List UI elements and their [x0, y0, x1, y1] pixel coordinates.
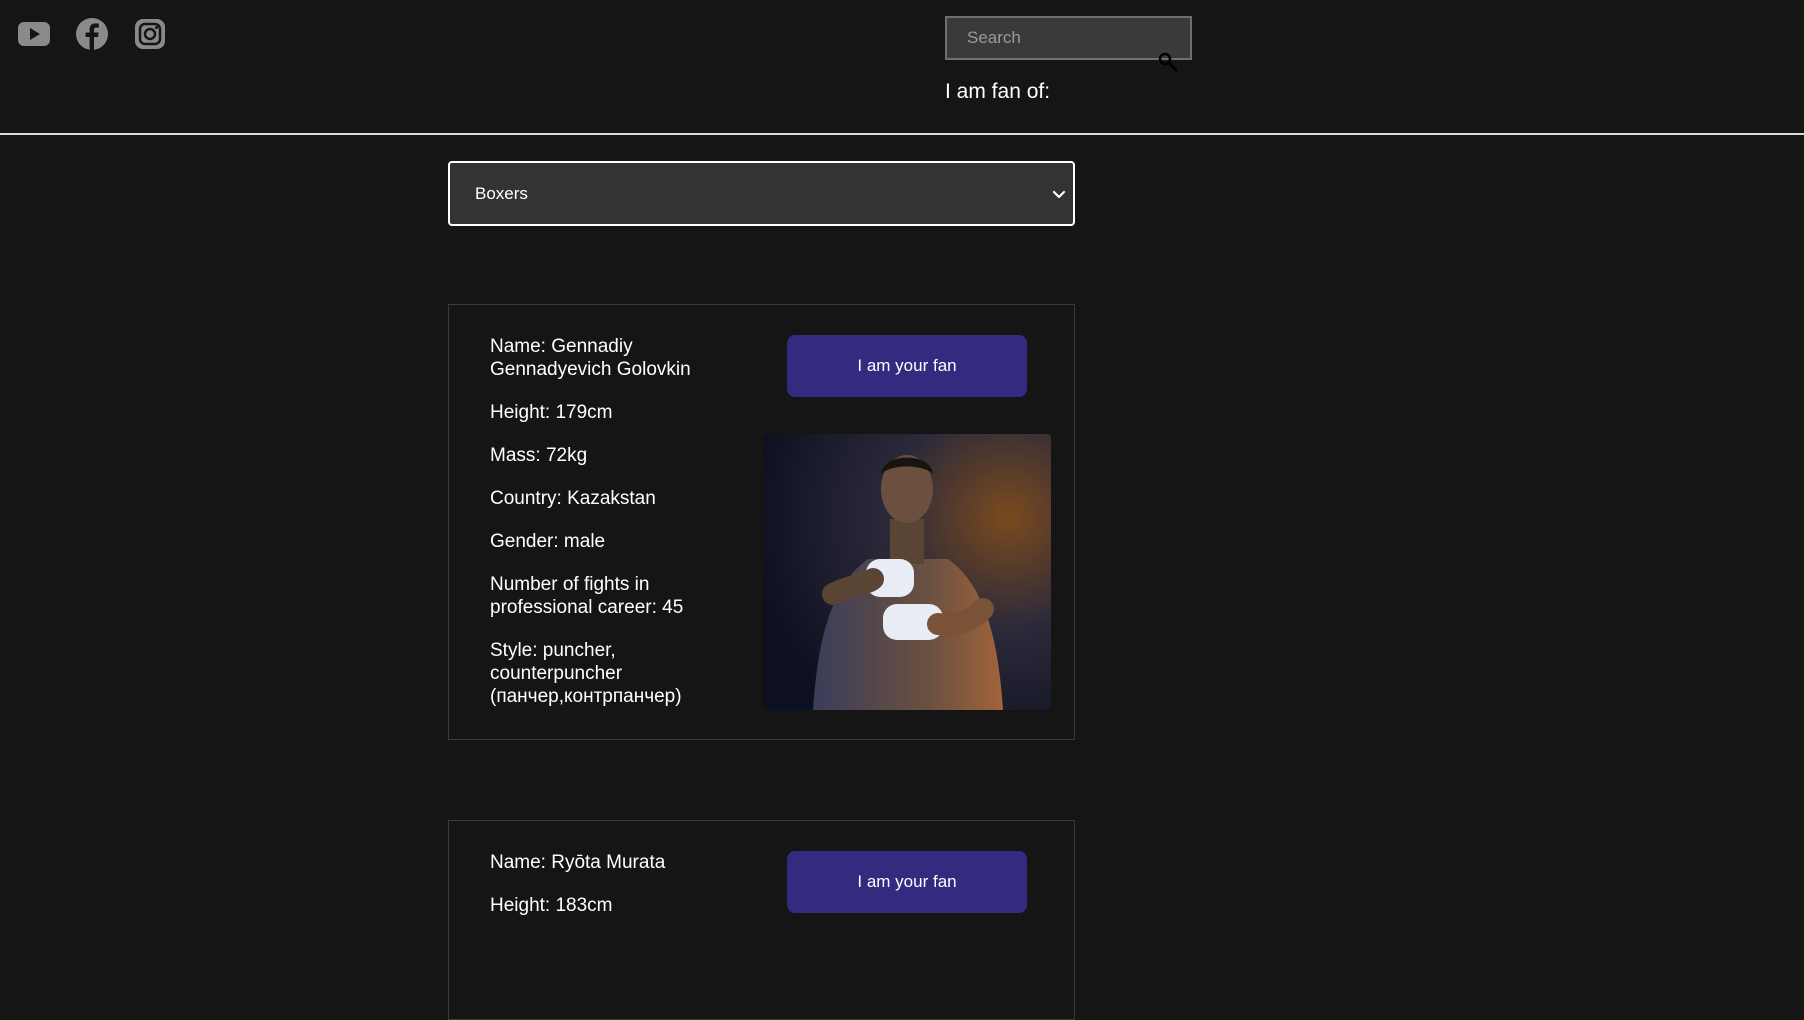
boxer-style: Style: puncher, counterpuncher (панчер,к…: [490, 640, 682, 707]
fan-of-label: I am fan of:: [945, 80, 1051, 103]
facebook-link[interactable]: [75, 17, 109, 51]
boxer-height: Height: 179cm: [490, 402, 613, 423]
instagram-icon: [135, 19, 165, 49]
fan-button[interactable]: I am your fan: [787, 851, 1027, 913]
boxer-card: Name: Ryōta Murata Height: 183cm I am yo…: [448, 820, 1075, 1020]
chevron-down-icon: [1052, 190, 1066, 199]
search-input[interactable]: [945, 16, 1192, 60]
facebook-icon: [76, 18, 108, 50]
top-header: I am fan of:: [0, 0, 1804, 135]
boxer-mass: Mass: 72kg: [490, 445, 588, 466]
search-box: [945, 16, 1192, 72]
boxer-gender: Gender: male: [490, 531, 606, 552]
boxer-info: Name: Gennadiy Gennadyevich Golovkin Hei…: [490, 335, 730, 728]
boxer-height: Height: 183cm: [490, 895, 613, 916]
youtube-icon: [18, 22, 50, 46]
instagram-link[interactable]: [133, 17, 167, 51]
boxer-photo-image: [763, 434, 1051, 710]
boxer-name: Name: Ryōta Murata: [490, 852, 666, 873]
social-links: [17, 17, 167, 51]
boxer-fights: Number of fights in professional career:…: [490, 574, 684, 618]
boxer-card: Name: Gennadiy Gennadyevich Golovkin Hei…: [448, 304, 1075, 740]
category-select[interactable]: Boxers: [448, 161, 1075, 226]
category-select-value: Boxers: [475, 183, 528, 203]
fan-button[interactable]: I am your fan: [787, 335, 1027, 397]
search-icon[interactable]: [1158, 52, 1178, 72]
boxer-photo: [763, 434, 1051, 710]
boxer-country: Country: Kazakstan: [490, 488, 656, 509]
boxer-name: Name: Gennadiy Gennadyevich Golovkin: [490, 336, 691, 380]
boxer-info: Name: Ryōta Murata Height: 183cm: [490, 851, 730, 937]
youtube-link[interactable]: [17, 17, 51, 51]
